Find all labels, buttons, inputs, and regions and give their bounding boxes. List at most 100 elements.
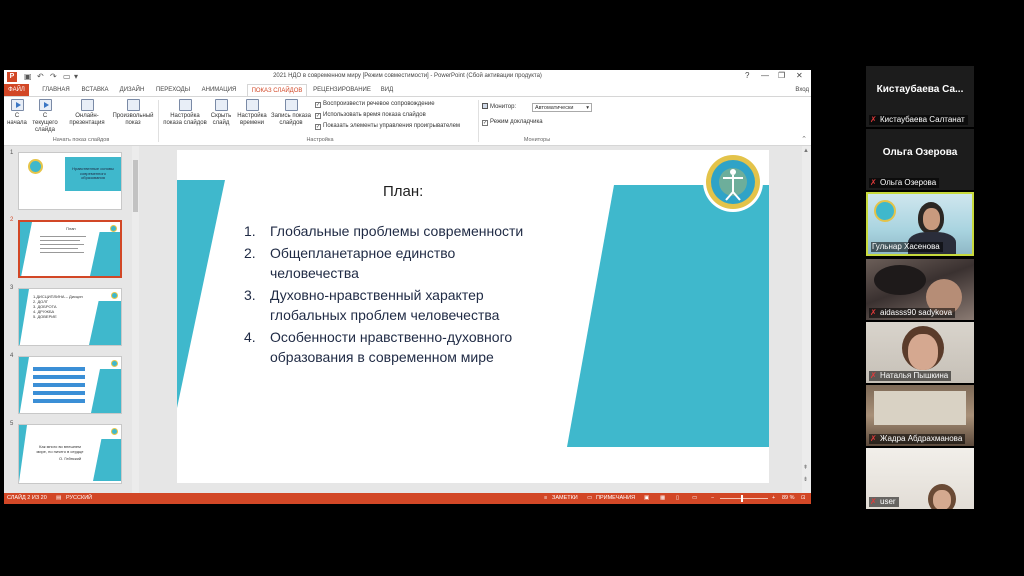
teal-panel-left (177, 180, 225, 408)
from-current-slide-button[interactable]: С текущего слайда (30, 99, 60, 134)
thumb-panel (90, 232, 120, 276)
thumbnail-text: План (66, 226, 76, 231)
normal-view-icon[interactable]: ▣ (644, 493, 649, 504)
slide-thumbnail-1[interactable]: Нравственные основы современного образов… (18, 152, 122, 210)
reading-view-icon[interactable]: ▯ (676, 493, 679, 504)
slide-title[interactable]: План: (383, 183, 423, 200)
participant-tile[interactable]: ✗ Жадра Абдрахманова (866, 385, 974, 446)
sign-in-link[interactable]: Вход (795, 84, 809, 96)
present-online-button[interactable]: Онлайн-презентация (64, 99, 110, 127)
rehearse-timings-button[interactable]: Настройка времени (235, 99, 269, 127)
restore-button[interactable]: ❐ (778, 71, 785, 80)
slide-thumbnail-2[interactable]: План (18, 220, 122, 278)
scroll-up-icon[interactable]: ▲ (803, 148, 809, 154)
scrollbar-thumb[interactable] (133, 160, 138, 212)
minimize-button[interactable]: — (761, 71, 769, 80)
tab-review[interactable]: РЕЦЕНЗИРОВАНИЕ (311, 84, 373, 96)
thumb-panel (19, 289, 29, 345)
checkbox-checked-icon: ✓ (315, 113, 321, 119)
zoom-slider[interactable] (720, 498, 768, 499)
tab-design[interactable]: ДИЗАЙН (116, 84, 148, 96)
tab-animations[interactable]: АНИМАЦИЯ (197, 84, 241, 96)
thumb-panel (19, 357, 29, 413)
participant-label: ✗ Наталья Пышкина (869, 371, 952, 381)
comments-button[interactable]: ПРИМЕЧАНИЯ (596, 493, 635, 504)
record-icon (284, 99, 298, 111)
tab-file[interactable]: ФАЙЛ (4, 84, 29, 96)
tab-view[interactable]: ВИД (377, 84, 397, 96)
record-slide-show-button[interactable]: Запись показа слайдов (270, 99, 312, 127)
thumb-bar (33, 375, 85, 379)
emblem-icon (874, 200, 896, 222)
participant-tile-speaking[interactable]: Гульнар Хасенова (866, 192, 974, 256)
from-beginning-button[interactable]: С начала (6, 99, 28, 127)
emblem-icon (703, 152, 763, 212)
person-face (923, 208, 940, 230)
slide-sorter-icon[interactable]: ▦ (660, 493, 665, 504)
spellcheck-icon[interactable]: ▤ (56, 493, 61, 504)
participant-display-name: Ольга Озерова (882, 147, 958, 158)
fit-to-window-icon[interactable]: ⊡ (801, 493, 806, 504)
workspace: 1 Нравственные основы современного образ… (4, 146, 811, 493)
tab-insert[interactable]: ВСТАВКА (78, 84, 112, 96)
thumbnail-text: Как много во внешнем мире, но ничего в с… (36, 444, 84, 454)
participant-tile[interactable]: ✗ Наталья Пышкина (866, 322, 974, 383)
slide-thumbnail-3[interactable]: 1.ДИСЦИПЛИНА – Дисцип 2. ДОЛГ 3. ДОБРОТА… (18, 288, 122, 346)
slide-scrollbar[interactable]: ▲ ⇞ ⇟ (802, 146, 811, 493)
participant-tile[interactable]: ✗ user (866, 448, 974, 509)
participant-label: Гульнар Хасенова (871, 242, 943, 252)
monitor-select[interactable]: Автоматически ▾ (532, 103, 592, 112)
use-timings-checkbox[interactable]: ✓ Использовать время показа слайдов (315, 111, 426, 119)
current-slide[interactable]: План: 1. Глобальные проблемы современност… (177, 150, 769, 483)
emblem-icon (111, 292, 118, 299)
ribbon-separator (158, 100, 159, 142)
zoom-slider-thumb[interactable] (741, 495, 743, 502)
participant-tile[interactable]: Ольга Озерова ✗ Ольга Озерова (866, 129, 974, 190)
notes-icon: ≡ (544, 495, 548, 501)
mic-muted-icon: ✗ (870, 497, 877, 506)
zoom-level[interactable]: 89 % (782, 493, 795, 504)
close-button[interactable]: ✕ (796, 71, 803, 80)
tab-slide-show[interactable]: ПОКАЗ СЛАЙДОВ (247, 84, 307, 96)
presenter-view-checkbox[interactable]: ✓ Режим докладчика (482, 118, 543, 126)
mic-muted-icon: ✗ (870, 371, 877, 380)
collapse-ribbon-icon[interactable]: ⌃ (801, 135, 807, 143)
group-label-start-show: Начать показ слайдов (52, 137, 110, 143)
zoom-in-icon[interactable]: + (772, 493, 775, 504)
slide-show-icon[interactable]: ▭ (692, 493, 697, 504)
tab-home[interactable]: ГЛАВНАЯ (37, 84, 75, 96)
hide-slide-button[interactable]: Скрыть слайд (209, 99, 233, 127)
zoom-out-icon[interactable]: − (711, 493, 714, 504)
previous-slide-icon[interactable]: ⇞ (803, 464, 808, 471)
timer-icon (245, 99, 259, 111)
notes-button[interactable]: ЗАМЕТКИ (552, 493, 578, 504)
thumbnails-scrollbar[interactable] (132, 146, 139, 493)
custom-show-button[interactable]: Произвольный показ (110, 99, 156, 127)
monitor-label: Монитор: (482, 103, 516, 111)
tab-transitions[interactable]: ПЕРЕХОДЫ (153, 84, 193, 96)
next-slide-icon[interactable]: ⇟ (803, 476, 808, 483)
slide-thumbnail-5[interactable]: Как много во внешнем мире, но ничего в с… (18, 424, 122, 484)
play-narrations-checkbox[interactable]: ✓ Воспроизвести речевое сопровождение (315, 100, 435, 108)
language-indicator[interactable]: РУССКИЙ (66, 493, 92, 504)
emblem-icon (28, 159, 43, 174)
thumb-bar (33, 383, 85, 387)
list-text: Общепланетарное единство человечества (270, 245, 456, 281)
participant-tile[interactable]: ✗ aidasss90 sadykova (866, 259, 974, 320)
window-title: 2021 НДО в современном миру [Режим совме… (273, 73, 542, 79)
setup-slide-show-button[interactable]: Настройка показа слайдов (162, 99, 208, 127)
thumbnail-number: 3 (10, 285, 14, 291)
participant-tile[interactable]: Кистаубаева Са... ✗ Кистаубаева Салтанат (866, 66, 974, 127)
list-text: Глобальные проблемы современности (270, 223, 524, 239)
thumb-line (40, 252, 84, 253)
slide-content-list[interactable]: 1. Глобальные проблемы современности 2. Об… (244, 221, 574, 369)
slide-thumbnail-4[interactable] (18, 356, 122, 414)
setup-icon (178, 99, 192, 111)
thumbnail-text: О. Гейнский (59, 456, 82, 461)
ribbon-separator (478, 100, 479, 142)
hide-slide-icon (214, 99, 228, 111)
show-media-controls-checkbox[interactable]: ✓ Показать элементы управления проигрыват… (315, 122, 460, 130)
person-face (933, 490, 951, 509)
monitor-icon (482, 103, 488, 109)
help-icon[interactable]: ? (745, 71, 749, 80)
